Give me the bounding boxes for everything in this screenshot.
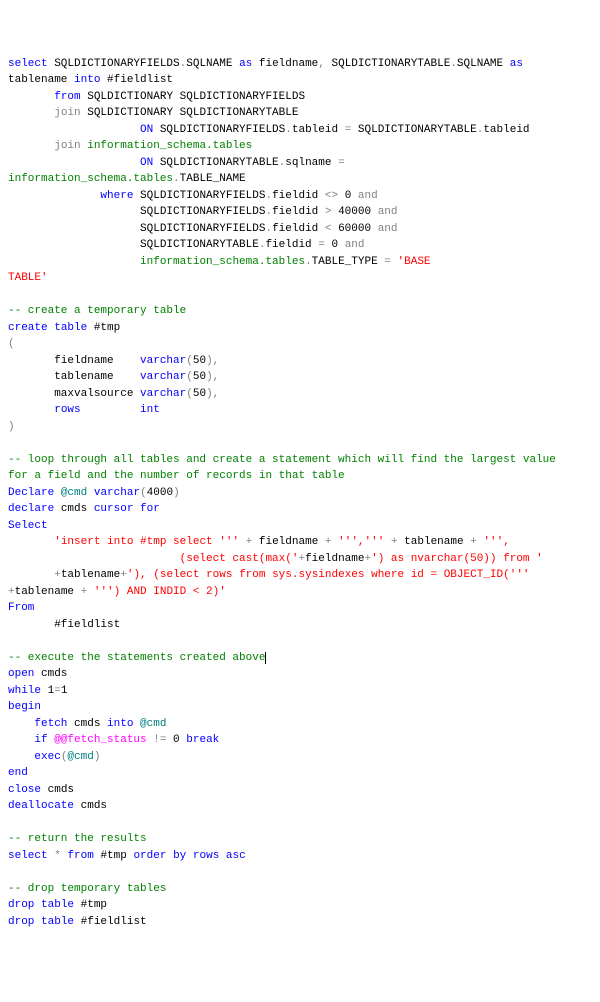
sql-code-block: select SQLDICTIONARYFIELDS.SQLNAME as fi… <box>8 56 592 931</box>
